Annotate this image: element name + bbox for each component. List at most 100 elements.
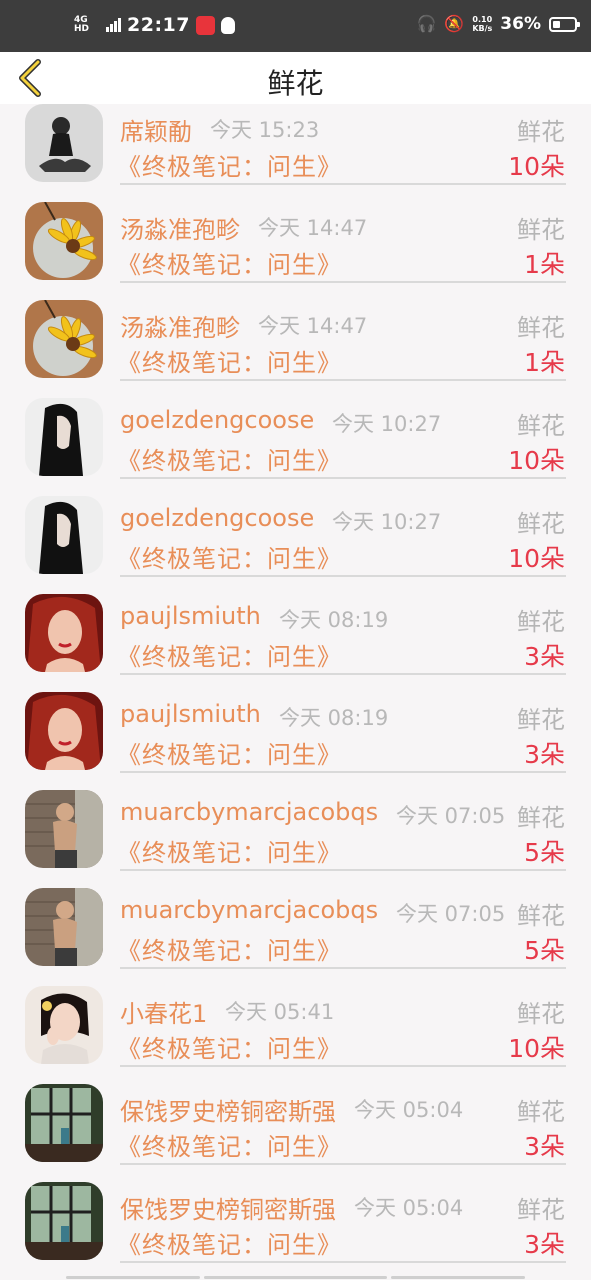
user-name[interactable]: 保饯罗史榜铜密斯强 [120, 1190, 336, 1225]
timestamp: 今天 10:27 [332, 510, 442, 534]
network-speed: 0.10 KB/s [472, 15, 492, 33]
book-title[interactable]: 《终极笔记：问生》 [117, 1029, 342, 1064]
divider [120, 967, 566, 969]
book-title[interactable]: 《终极笔记：问生》 [117, 1225, 342, 1260]
book-title[interactable]: 《终极笔记：问生》 [117, 833, 342, 868]
status-bar-left: 4G HD 22:17 [74, 14, 235, 36]
user-name[interactable]: 汤淼准孢畛 [120, 210, 240, 245]
list-item[interactable]: 席颖勈 今天 15:23 鲜花 《终极笔记：问生》 10朵 [0, 104, 591, 202]
book-title[interactable]: 《终极笔记：问生》 [117, 735, 342, 770]
flower-count: 3朵 [524, 642, 565, 671]
book-title[interactable]: 《终极笔记：问生》 [117, 147, 342, 182]
book-title[interactable]: 《终极笔记：问生》 [117, 441, 342, 476]
qq-icon [220, 16, 235, 34]
list-item[interactable]: paujlsmiuth 今天 08:19 鲜花 《终极笔记：问生》 3朵 [0, 594, 591, 692]
avatar[interactable] [25, 594, 103, 672]
flower-count: 10朵 [508, 1034, 565, 1063]
list-item[interactable]: 汤淼准孢畛 今天 14:47 鲜花 《终极笔记：问生》 1朵 [0, 300, 591, 398]
list-item[interactable]: 保饯罗史榜铜密斯强 今天 05:04 鲜花《终极笔记：问生》 3朵 [0, 1182, 591, 1276]
flower-count: 3朵 [524, 1132, 565, 1161]
book-title[interactable]: 《终极笔记：问生》 [117, 343, 342, 378]
timestamp: 今天 14:47 [258, 216, 368, 240]
divider [120, 281, 566, 283]
avatar[interactable] [25, 790, 103, 868]
gift-type: 鲜花 [517, 510, 565, 538]
book-title[interactable]: 《终极笔记：问生》 [117, 1127, 342, 1162]
bottom-indicator [0, 1274, 591, 1280]
user-name[interactable]: muarcbymarcjacobqs [120, 896, 378, 924]
list-item[interactable]: 汤淼准孢畛 今天 14:47 鲜花 《终极笔记：问生》 1朵 [0, 202, 591, 300]
gift-type: 鲜花 [517, 118, 565, 146]
avatar-image [25, 1084, 103, 1162]
avatar-image [25, 986, 103, 1064]
book-title[interactable]: 《终极笔记：问生》 [117, 245, 342, 280]
gift-type: 鲜花 [517, 1196, 565, 1224]
page-header: 鲜花 [0, 52, 591, 104]
avatar[interactable] [25, 888, 103, 966]
timestamp: 今天 07:05 [396, 902, 506, 926]
timestamp: 今天 05:41 [225, 1000, 335, 1024]
user-name[interactable]: muarcbymarcjacobqs [120, 798, 378, 826]
timestamp: 今天 05:04 [354, 1196, 464, 1220]
avatar-image [25, 1182, 103, 1260]
avatar[interactable] [25, 692, 103, 770]
avatar[interactable] [25, 202, 103, 280]
divider [120, 477, 566, 479]
status-bar-right: 🎧 🔕 0.10 KB/s 36% [416, 14, 580, 34]
divider [120, 183, 566, 185]
page-title: 鲜花 [267, 67, 324, 100]
divider [120, 379, 566, 381]
user-name[interactable]: 保饯罗史榜铜密斯强 [120, 1092, 336, 1127]
avatar[interactable] [25, 104, 103, 182]
book-title[interactable]: 《终极笔记：问生》 [117, 637, 342, 672]
list-item[interactable]: 保饯罗史榜铜密斯强 今天 05:04 鲜花《终极笔记：问生》 3朵 [0, 1084, 591, 1182]
user-name[interactable]: 席颖勈 [120, 112, 192, 147]
divider [120, 1065, 566, 1067]
avatar-image [25, 594, 103, 672]
user-name[interactable]: goelzdengcoose [120, 504, 314, 532]
list-item[interactable]: muarcbymarcjacobqs 今天 07:05 鲜花 《终极笔记：问生》 5朵 [0, 790, 591, 888]
user-name[interactable]: paujlsmiuth [120, 700, 261, 728]
avatar-image [25, 496, 103, 574]
user-name[interactable]: 小春花1 [120, 994, 207, 1029]
book-title[interactable]: 《终极笔记：问生》 [117, 539, 342, 574]
mute-bell-icon: 🔕 [444, 14, 465, 33]
user-name[interactable]: goelzdengcoose [120, 406, 314, 434]
avatar[interactable] [25, 300, 103, 378]
avatar[interactable] [25, 398, 103, 476]
network-type: 4G HD [74, 15, 90, 34]
avatar-image [25, 202, 103, 280]
divider [120, 771, 566, 773]
user-name[interactable]: 汤淼准孢畛 [120, 308, 240, 343]
flower-gift-list: 席颖勈 今天 15:23 鲜花 《终极笔记：问生》 10朵 汤淼准孢畛 今天 14:47 鲜花… [0, 104, 591, 1276]
list-item[interactable]: 小春花1 今天 05:41 鲜花 《终极笔记：问生》 10朵 [0, 986, 591, 1084]
timestamp: 今天 08:19 [279, 706, 389, 730]
gift-type: 鲜花 [517, 902, 565, 930]
gift-type: 鲜花 [517, 1098, 565, 1126]
avatar[interactable] [25, 1182, 103, 1260]
avatar[interactable] [25, 986, 103, 1064]
status-bar: 4G HD 22:17 🎧 🔕 0.10 KB/s 36% [0, 0, 591, 52]
avatar[interactable] [25, 496, 103, 574]
user-name[interactable]: paujlsmiuth [120, 602, 261, 630]
divider [120, 869, 566, 871]
divider [120, 1163, 566, 1165]
divider [120, 575, 566, 577]
flower-count: 3朵 [524, 1230, 565, 1259]
avatar-image [25, 692, 103, 770]
speed-unit: KB/s [472, 24, 493, 33]
list-item[interactable]: goelzdengcoose 今天 10:27 鲜花 《终极笔记：问生》 10朵 [0, 398, 591, 496]
avatar[interactable] [25, 1084, 103, 1162]
gift-type: 鲜花 [517, 804, 565, 832]
list-item[interactable]: muarcbymarcjacobqs 今天 07:05 鲜花 《终极笔记：问生》 5朵 [0, 888, 591, 986]
list-item[interactable]: goelzdengcoose 今天 10:27 鲜花 《终极笔记：问生》 10朵 [0, 496, 591, 594]
avatar-image [25, 790, 103, 868]
timestamp: 今天 05:04 [354, 1098, 464, 1122]
signal-icon [106, 18, 121, 32]
avatar-image [25, 398, 103, 476]
avatar-image [25, 104, 103, 182]
divider [120, 673, 566, 675]
book-title[interactable]: 《终极笔记：问生》 [117, 931, 342, 966]
list-item[interactable]: paujlsmiuth 今天 08:19 鲜花 《终极笔记：问生》 3朵 [0, 692, 591, 790]
battery-percent: 36% [500, 14, 541, 34]
